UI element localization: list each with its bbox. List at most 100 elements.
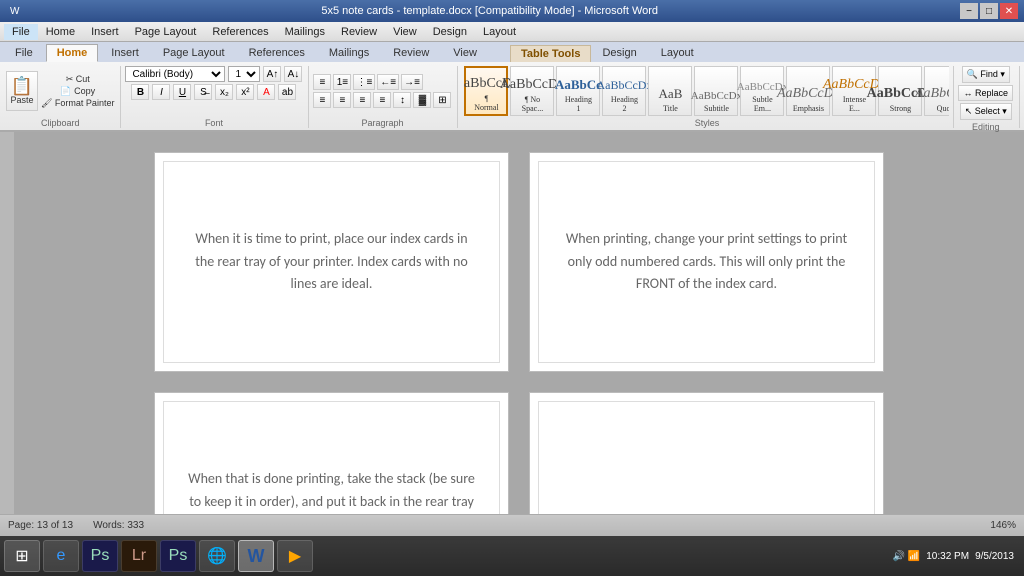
taskbar-media-icon[interactable]: ▶ bbox=[277, 540, 313, 572]
taskbar-lr-icon[interactable]: Lr bbox=[121, 540, 157, 572]
card-1-text: When it is time to print, place our inde… bbox=[185, 228, 478, 295]
grow-font-button[interactable]: A↑ bbox=[263, 66, 281, 82]
bullets-button[interactable]: ≡ bbox=[313, 74, 331, 90]
zoom-level: 146% bbox=[990, 520, 1016, 531]
paste-button[interactable]: 📋 Paste bbox=[6, 71, 38, 111]
systray-icons: 🔊 📶 bbox=[893, 551, 921, 562]
ribbon-group-clipboard: 📋 Paste ✂ Cut 📄 Copy 🖌 Format Painter Cl… bbox=[4, 66, 121, 128]
tab-review[interactable]: Review bbox=[382, 44, 440, 62]
menu-bar: File Home Insert Page Layout References … bbox=[0, 22, 1024, 42]
tab-table-tools[interactable]: Table Tools bbox=[510, 45, 592, 62]
styles-label: Styles bbox=[464, 116, 949, 128]
tab-mailings[interactable]: Mailings bbox=[318, 44, 380, 62]
font-controls: Calibri (Body) 11 A↑ A↓ B I U S̶ x₂ x² A bbox=[125, 66, 302, 116]
menu-home[interactable]: Home bbox=[38, 24, 83, 40]
style-title-button[interactable]: AaB Title bbox=[648, 66, 692, 116]
align-center-button[interactable]: ≡ bbox=[333, 92, 351, 108]
taskbar-ps2-icon[interactable]: Ps bbox=[160, 540, 196, 572]
title-bar-text: 5x5 note cards - template.docx [Compatib… bbox=[19, 5, 960, 17]
style-title-preview: AaB bbox=[659, 86, 683, 102]
format-painter-button[interactable]: 🖌 Format Painter bbox=[41, 98, 114, 109]
styles-buttons: AaBbCcDx ¶ Normal AaBbCcDx ¶ No Spac... … bbox=[464, 66, 949, 116]
paragraph-label: Paragraph bbox=[313, 116, 451, 128]
menu-review[interactable]: Review bbox=[333, 24, 385, 40]
superscript-button[interactable]: x² bbox=[236, 84, 254, 100]
font-size-select[interactable]: 11 bbox=[228, 66, 260, 82]
start-button[interactable]: ⊞ bbox=[4, 540, 40, 572]
menu-page-layout[interactable]: Page Layout bbox=[127, 24, 205, 40]
tab-file[interactable]: File bbox=[4, 44, 44, 62]
editing-label: Editing bbox=[958, 120, 1013, 132]
taskbar-ps-icon[interactable]: Ps bbox=[82, 540, 118, 572]
editing-buttons: 🔍 Find ▾ ↔ Replace ↖ Select ▾ bbox=[958, 66, 1013, 120]
font-name-select[interactable]: Calibri (Body) bbox=[125, 66, 225, 82]
align-right-button[interactable]: ≡ bbox=[353, 92, 371, 108]
tab-references[interactable]: References bbox=[238, 44, 316, 62]
bold-button[interactable]: B bbox=[131, 84, 149, 100]
menu-design[interactable]: Design bbox=[425, 24, 475, 40]
style-title-label: Title bbox=[663, 104, 678, 113]
style-quote-button[interactable]: AaBbCcDx Quote bbox=[924, 66, 949, 116]
style-heading1-button[interactable]: AaBbCc Heading 1 bbox=[556, 66, 600, 116]
cut-button[interactable]: ✂ Cut bbox=[41, 74, 114, 85]
style-heading2-label: Heading 2 bbox=[608, 95, 640, 113]
tab-page-layout[interactable]: Page Layout bbox=[152, 44, 236, 62]
taskbar-browser-icon[interactable]: 🌐 bbox=[199, 540, 235, 572]
close-button[interactable]: ✕ bbox=[1000, 3, 1018, 19]
system-tray: 🔊 📶 10:32 PM 9/5/2013 bbox=[887, 551, 1020, 562]
strikethrough-button[interactable]: S̶ bbox=[194, 84, 212, 100]
menu-insert[interactable]: Insert bbox=[83, 24, 127, 40]
card-2-text: When printing, change your print setting… bbox=[560, 228, 853, 295]
menu-file[interactable]: File bbox=[4, 24, 38, 40]
copy-button[interactable]: 📄 Copy bbox=[41, 86, 114, 97]
style-heading2-button[interactable]: AaBbCcDx Heading 2 bbox=[602, 66, 646, 116]
menu-mailings[interactable]: Mailings bbox=[277, 24, 333, 40]
cards-container: When it is time to print, place our inde… bbox=[154, 152, 884, 494]
paragraph-controls: ≡ 1≡ ⋮≡ ←≡ →≡ ≡ ≡ ≡ ≡ ↕ ▓ ⊞ bbox=[313, 66, 451, 116]
window-controls: − □ ✕ bbox=[960, 3, 1018, 19]
card-3-text: When that is done printing, take the sta… bbox=[185, 468, 478, 514]
highlight-button[interactable]: ab bbox=[278, 84, 296, 100]
justify-button[interactable]: ≡ bbox=[373, 92, 391, 108]
document-area: When it is time to print, place our inde… bbox=[0, 132, 1024, 514]
tab-design[interactable]: Design bbox=[591, 44, 647, 62]
tab-insert[interactable]: Insert bbox=[100, 44, 150, 62]
shading-button[interactable]: ▓ bbox=[413, 92, 431, 108]
taskbar-word-icon[interactable]: W bbox=[238, 540, 274, 572]
underline-button[interactable]: U bbox=[173, 84, 191, 100]
text-color-button[interactable]: A bbox=[257, 84, 275, 100]
menu-references[interactable]: References bbox=[204, 24, 276, 40]
shrink-font-button[interactable]: A↓ bbox=[284, 66, 302, 82]
menu-view[interactable]: View bbox=[385, 24, 425, 40]
find-button[interactable]: 🔍 Find ▾ bbox=[962, 66, 1010, 83]
title-bar: W 5x5 note cards - template.docx [Compat… bbox=[0, 0, 1024, 22]
replace-button[interactable]: ↔ Replace bbox=[958, 85, 1013, 101]
font-format-row: B I U S̶ x₂ x² A ab bbox=[131, 84, 296, 100]
taskbar-ie-icon[interactable]: e bbox=[43, 540, 79, 572]
tab-home[interactable]: Home bbox=[46, 44, 99, 62]
increase-indent-button[interactable]: →≡ bbox=[401, 74, 423, 90]
subscript-button[interactable]: x₂ bbox=[215, 84, 233, 100]
word-count: Words: 333 bbox=[93, 520, 144, 531]
index-card-4[interactable] bbox=[529, 392, 884, 514]
app-icon: W bbox=[6, 6, 19, 17]
paste-icon: 📋 bbox=[11, 77, 33, 95]
italic-button[interactable]: I bbox=[152, 84, 170, 100]
maximize-button[interactable]: □ bbox=[980, 3, 998, 19]
style-subtitle-button[interactable]: AaBbCcDx Subtitle bbox=[694, 66, 738, 116]
index-card-3[interactable]: When that is done printing, take the sta… bbox=[154, 392, 509, 514]
tab-layout[interactable]: Layout bbox=[650, 44, 705, 62]
decrease-indent-button[interactable]: ←≡ bbox=[377, 74, 399, 90]
tab-view[interactable]: View bbox=[442, 44, 488, 62]
numbering-button[interactable]: 1≡ bbox=[333, 74, 351, 90]
align-left-button[interactable]: ≡ bbox=[313, 92, 331, 108]
index-card-2[interactable]: When printing, change your print setting… bbox=[529, 152, 884, 372]
index-card-1[interactable]: When it is time to print, place our inde… bbox=[154, 152, 509, 372]
select-button[interactable]: ↖ Select ▾ bbox=[960, 103, 1012, 120]
style-no-spacing-button[interactable]: AaBbCcDx ¶ No Spac... bbox=[510, 66, 554, 116]
line-spacing-button[interactable]: ↕ bbox=[393, 92, 411, 108]
borders-button[interactable]: ⊞ bbox=[433, 92, 451, 108]
multilevel-button[interactable]: ⋮≡ bbox=[353, 74, 375, 90]
minimize-button[interactable]: − bbox=[960, 3, 978, 19]
menu-layout[interactable]: Layout bbox=[475, 24, 524, 40]
